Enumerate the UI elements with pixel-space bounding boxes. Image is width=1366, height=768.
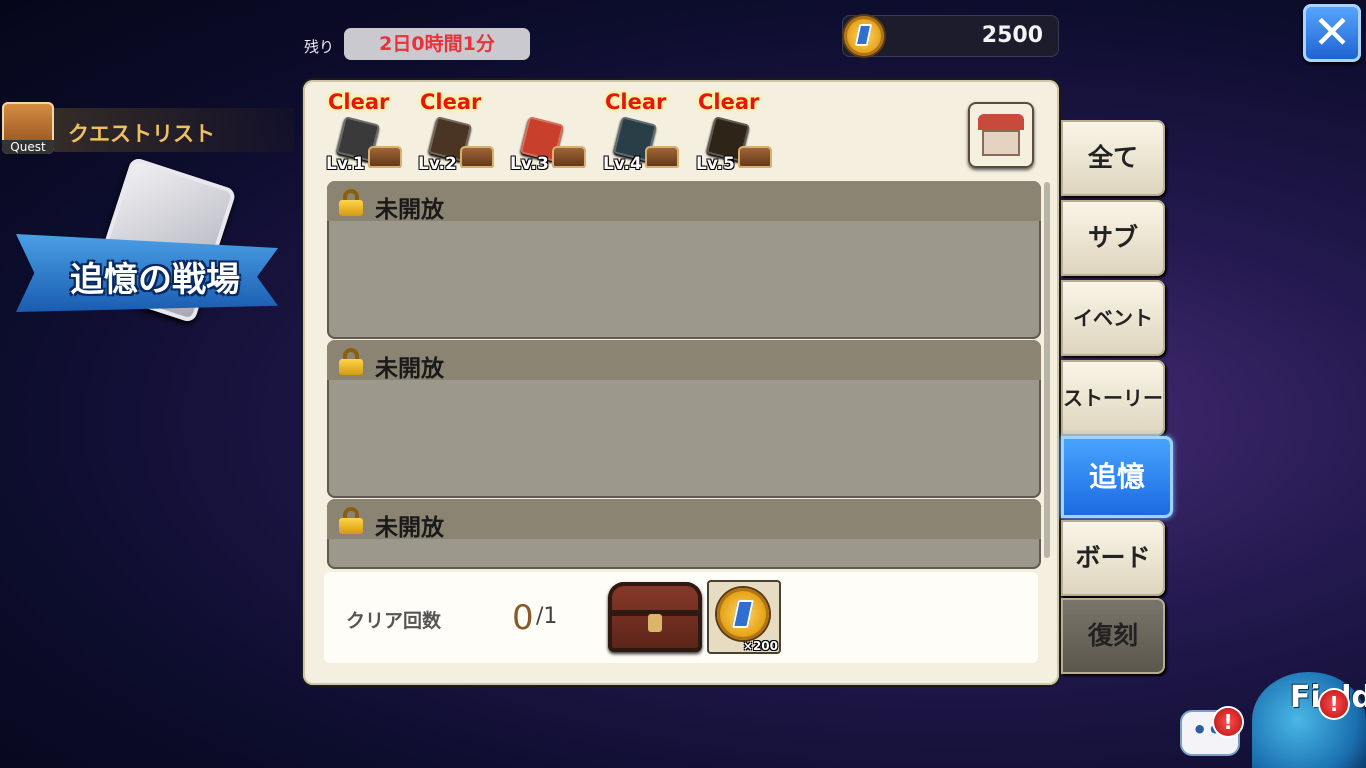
lock-icon [337,348,365,375]
level-3-reward[interactable]: Lv.3 [510,90,594,174]
level-1-reward[interactable]: Clear Lv.1 [326,90,410,174]
locked-quest-row[interactable]: 未開放 [327,499,1041,569]
clear-badge: Clear [420,90,482,114]
clear-count-label: クリア回数 [346,610,442,632]
tab-4[interactable]: 追憶 [1061,436,1173,518]
level-chest-icon [460,146,494,168]
row-status-label: 未開放 [375,356,444,382]
clear-count-value: 0 [512,598,534,638]
level-label: Lv.2 [418,154,457,174]
tab-3[interactable]: ストーリー [1061,360,1165,436]
level-5-reward[interactable]: Clear Lv.5 [696,90,780,174]
chest-keyhole-icon [648,614,662,632]
tab-1[interactable]: サブ [1061,200,1165,276]
locked-quest-row[interactable]: 未開放 [327,181,1041,339]
level-2-reward[interactable]: Clear Lv.2 [418,90,502,174]
event-title: 追憶の戦場 [70,260,240,300]
level-label: Lv.1 [326,154,365,174]
locked-quest-row[interactable]: 未開放 [327,340,1041,498]
lock-icon [337,507,365,534]
currency-display: 2500 [842,15,1059,57]
clear-badge: Clear [605,90,667,114]
currency-amount: 2500 [981,23,1043,48]
shop-button[interactable] [968,102,1034,168]
level-label: Lv.4 [603,154,642,174]
quest-icon-label: Quest [2,140,54,154]
scrollbar-thumb[interactable] [1044,182,1050,558]
tab-2[interactable]: イベント [1061,280,1165,356]
shop-roof-icon [978,114,1024,130]
level-chest-icon [738,146,772,168]
field-alert-icon: ! [1320,690,1348,718]
row-status-label: 未開放 [375,515,444,541]
chat-alert-icon: ! [1214,708,1242,736]
ticket-coin-icon [717,588,769,640]
level-label: Lv.3 [510,154,549,174]
level-chest-icon [552,146,586,168]
close-button[interactable]: ✕ [1303,4,1361,62]
level-chest-icon [368,146,402,168]
treasure-chest-icon[interactable] [608,582,702,652]
level-label: Lv.5 [696,154,735,174]
clear-count-total: /1 [536,604,558,629]
quest-shop-icon[interactable]: Quest [2,102,54,154]
level-4-reward[interactable]: Clear Lv.4 [603,90,687,174]
quest-list-title: クエストリスト [68,122,215,146]
lock-icon [337,189,365,216]
level-chest-icon [645,146,679,168]
clear-badge: Clear [328,90,390,114]
reward-ticket-item[interactable]: ×200 [707,580,781,654]
tab-5[interactable]: ボード [1061,520,1165,596]
shop-building-icon [982,130,1020,156]
ticket-coin-icon [844,16,884,56]
remaining-time-value: 2日0時間1分 [344,28,530,60]
clear-badge: Clear [698,90,760,114]
tab-0[interactable]: 全て [1061,120,1165,196]
reward-quantity: ×200 [742,639,778,653]
tab-6[interactable]: 復刻 [1061,598,1165,674]
row-status-label: 未開放 [375,197,444,223]
remaining-time-label: 残り [304,38,335,56]
